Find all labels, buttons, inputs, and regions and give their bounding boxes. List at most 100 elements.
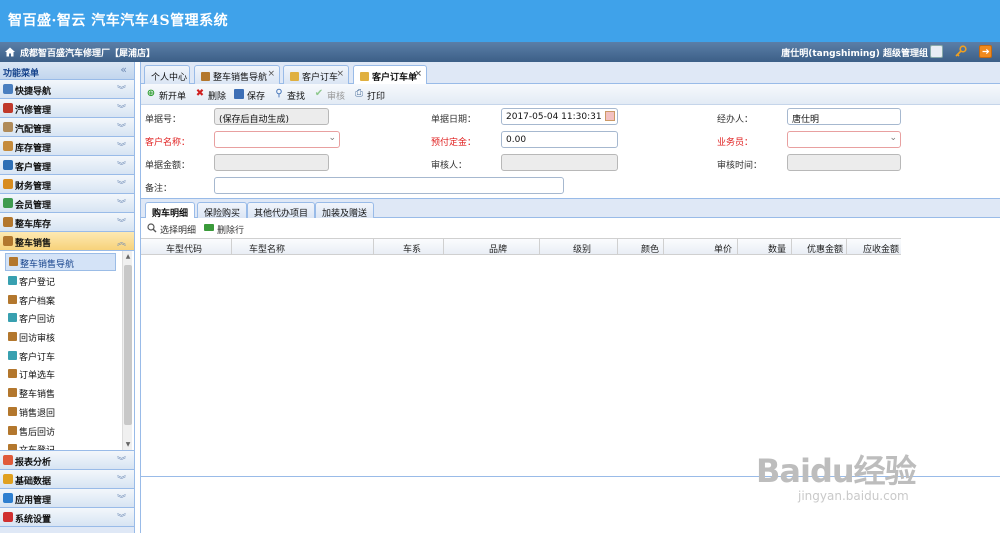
submenu-item[interactable]: 售后回访 (0, 421, 134, 440)
chevron-down-icon[interactable]: ⌄ (328, 133, 336, 143)
tab-customer-order[interactable]: 客户订车单 × (353, 65, 427, 85)
menu-group-b1[interactable]: 基础数据 ︾ (0, 470, 134, 489)
menu-group-t5[interactable]: 财务管理 ︾ (0, 175, 134, 194)
chevron-down-icon[interactable]: ︾ (117, 83, 126, 96)
delete-icon: ✖ (195, 88, 205, 99)
delete-button[interactable]: ✖ 删除 (195, 88, 226, 103)
col-receivable[interactable]: 应收金额 (863, 242, 899, 255)
menu-group-t1[interactable]: 汽修管理 ︾ (0, 99, 134, 118)
close-icon[interactable]: × (336, 69, 344, 79)
password-key-icon[interactable] (954, 45, 967, 58)
col-color[interactable]: 颜色 (641, 242, 659, 255)
scroll-down-icon[interactable]: ▼ (124, 441, 132, 449)
menu-group-t4[interactable]: 客户管理 ︾ (0, 156, 134, 175)
menu-group-t7[interactable]: 整车库存 ︾ (0, 213, 134, 232)
submenu-item[interactable]: 整车销售导航 (5, 253, 116, 271)
col-model-code[interactable]: 车型代码 (166, 242, 202, 255)
new-order-button[interactable]: ⊕ 新开单 (146, 89, 186, 103)
order-date-field[interactable]: 2017-05-04 11:30:31 (501, 108, 618, 125)
col-level[interactable]: 级别 (573, 242, 591, 255)
chevron-down-icon[interactable]: ︾ (117, 473, 126, 486)
home-icon[interactable] (4, 46, 16, 58)
col-discount[interactable]: 优惠金额 (807, 242, 843, 255)
close-icon[interactable]: × (267, 69, 275, 79)
audit-button[interactable]: ✔ 审核 (314, 89, 345, 103)
grid-body[interactable] (141, 255, 1000, 477)
col-brand[interactable]: 品牌 (489, 242, 507, 255)
customer-name-label: 客户名称： (145, 138, 191, 148)
submenu-icon (8, 332, 17, 342)
chevron-down-icon[interactable]: ︾ (117, 511, 126, 524)
calendar-icon[interactable] (605, 111, 615, 121)
menu-group-label: 基础数据 (15, 477, 52, 487)
menu-group-icon (3, 455, 13, 465)
menu-group-icon (3, 141, 13, 151)
auditor-label: 审核人： (431, 161, 468, 171)
tab-accessories-gifts[interactable]: 加装及赠送 (315, 202, 375, 219)
delete-row-button[interactable]: 删除行 (204, 223, 244, 236)
menu-group-t0[interactable]: 快捷导航 ︾ (0, 80, 134, 99)
scroll-thumb[interactable] (124, 265, 132, 425)
col-unit-price[interactable]: 单价 (714, 242, 732, 255)
save-label: 保存 (247, 92, 266, 102)
submenu-label: 整车销售导航 (20, 260, 75, 270)
menu-group-b0[interactable]: 报表分析 ︾ (0, 451, 134, 470)
menu-group-t8[interactable]: 整车销售 ︽ (0, 232, 134, 251)
chevron-down-icon[interactable]: ︾ (117, 159, 126, 172)
chevron-down-icon[interactable]: ︾ (117, 121, 126, 134)
chevron-down-icon[interactable]: ︾ (117, 454, 126, 467)
submenu-item[interactable]: 销售退回 (0, 402, 134, 421)
col-series[interactable]: 车系 (403, 242, 421, 255)
chevron-down-icon[interactable]: ⌄ (889, 133, 897, 143)
save-button[interactable]: 保存 (234, 89, 265, 102)
watermark-logo: Baidu经验 jingyan.baidu.com (756, 446, 966, 516)
submenu-item[interactable]: 客户档案 (0, 290, 134, 309)
menu-group-t2[interactable]: 汽配管理 ︾ (0, 118, 134, 137)
submenu-item[interactable]: 客户登记 (0, 271, 134, 290)
menu-group-b2[interactable]: 应用管理 ︾ (0, 489, 134, 508)
profile-icon[interactable] (930, 45, 943, 58)
customer-name-select[interactable]: ⌄ (214, 131, 340, 148)
select-detail-button[interactable]: 选择明细 (147, 223, 196, 236)
submenu-item[interactable]: 文车登记 (0, 439, 134, 450)
find-button[interactable]: ⚲ 查找 (274, 89, 305, 103)
tab-insurance[interactable]: 保险购买 (197, 202, 248, 219)
submenu-item[interactable]: 订单选车 (0, 364, 134, 383)
tab-personal-center[interactable]: 个人中心 (144, 65, 190, 84)
column-divider (231, 239, 232, 256)
chevron-up-icon[interactable]: ︽ (117, 235, 126, 248)
menu-group-icon (3, 122, 13, 132)
collapse-sidebar-icon[interactable]: « (120, 63, 127, 76)
col-quantity[interactable]: 数量 (768, 242, 786, 255)
chevron-down-icon[interactable]: ︾ (117, 140, 126, 153)
print-button[interactable]: ⎙ 打印 (354, 89, 385, 103)
chevron-down-icon[interactable]: ︾ (117, 197, 126, 210)
chevron-down-icon[interactable]: ︾ (117, 102, 126, 115)
submenu-item[interactable]: 客户订车 (0, 346, 134, 365)
menu-group-t6[interactable]: 会员管理 ︾ (0, 194, 134, 213)
chevron-down-icon[interactable]: ︾ (117, 178, 126, 191)
remark-field[interactable] (214, 177, 564, 194)
deposit-field[interactable]: 0.00 (501, 131, 618, 148)
menu-group-label: 整车库存 (15, 220, 52, 230)
chevron-down-icon[interactable]: ︾ (117, 216, 126, 229)
menu-group-t3[interactable]: 库存管理 ︾ (0, 137, 134, 156)
salesman-select[interactable]: ⌄ (787, 131, 901, 148)
menu-group-b3[interactable]: 系统设置 ︾ (0, 508, 134, 527)
logout-icon[interactable] (979, 45, 992, 58)
col-model-name[interactable]: 车型名称 (249, 242, 285, 255)
submenu-item[interactable]: 回访审核 (0, 327, 134, 346)
pencil-icon (290, 72, 299, 81)
tab-sales-nav[interactable]: 整车销售导航 × (194, 65, 280, 84)
submenu-item[interactable]: 客户回访 (0, 308, 134, 327)
menu-group-label: 财务管理 (15, 182, 52, 192)
tab-customer-booking[interactable]: 客户订车 × (283, 65, 349, 84)
sidebar-scrollbar[interactable]: ▲ ▼ (122, 251, 132, 450)
close-icon[interactable]: × (414, 69, 422, 79)
handler-field[interactable]: 唐仕明 (787, 108, 901, 125)
tab-other-agency[interactable]: 其他代办项目 (247, 202, 316, 219)
menu-group-label: 整车销售 (15, 239, 52, 249)
scroll-up-icon[interactable]: ▲ (124, 253, 132, 261)
chevron-down-icon[interactable]: ︾ (117, 492, 126, 505)
submenu-item[interactable]: 整车销售 (0, 383, 134, 402)
